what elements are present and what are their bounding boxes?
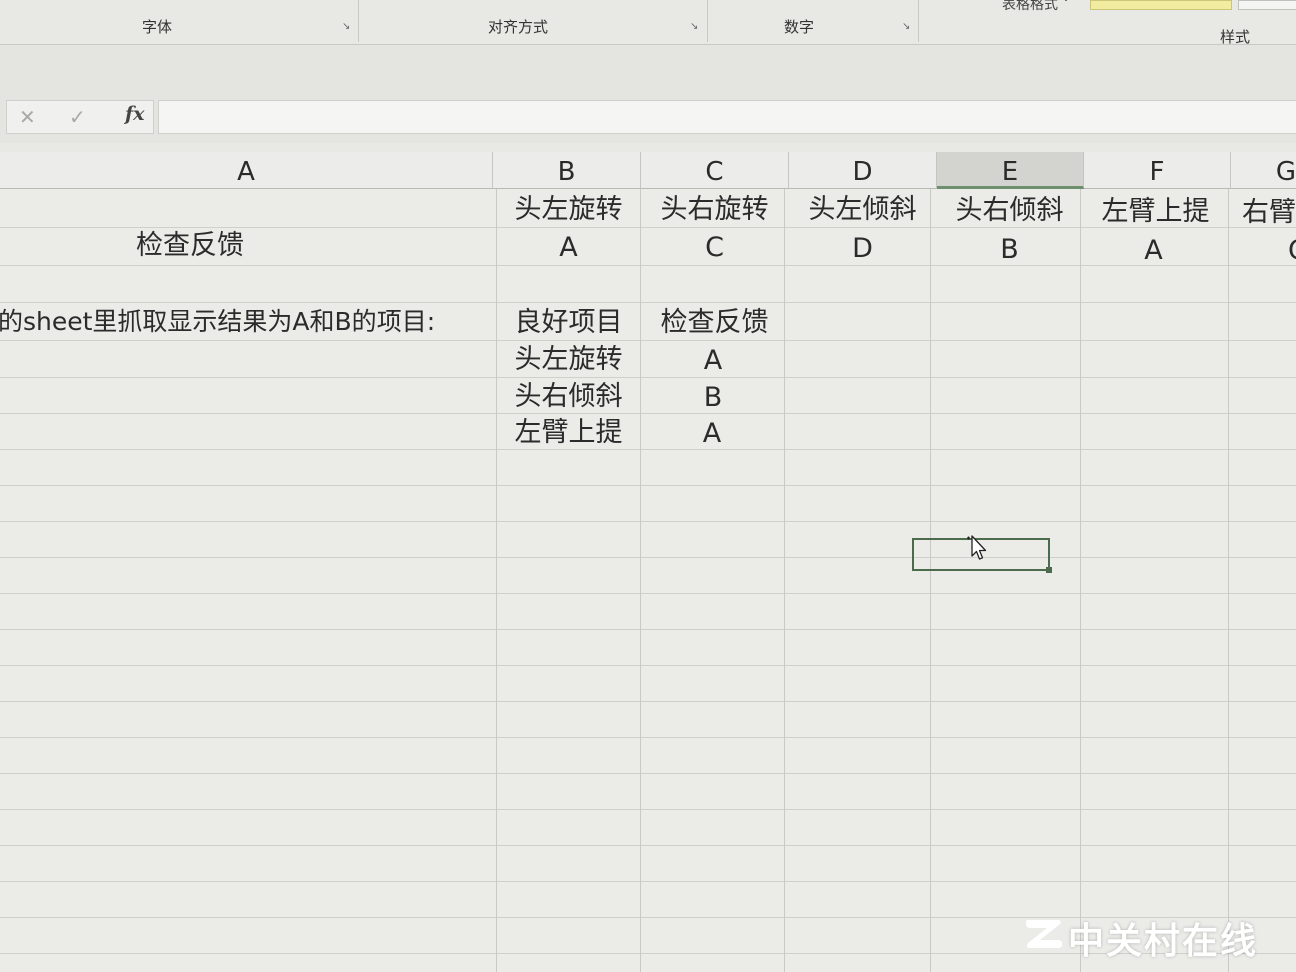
result-item[interactable]: 头右倾斜 <box>497 379 640 415</box>
ribbon-group-styles-label: 样式 <box>1220 28 1251 46</box>
column-line <box>1080 189 1081 972</box>
column-line <box>1228 189 1229 972</box>
ribbon-separator <box>918 0 919 42</box>
column-header-g[interactable]: G <box>1231 152 1296 189</box>
row-line <box>0 557 1296 558</box>
column-line <box>640 189 641 972</box>
cell-f2[interactable]: A <box>1082 233 1225 269</box>
row-line <box>0 737 1296 738</box>
cell-d2[interactable]: D <box>791 231 934 267</box>
row-line <box>0 809 1296 810</box>
row-line <box>0 701 1296 702</box>
cell-f1[interactable]: 左臂上提 <box>1084 194 1227 230</box>
row-line <box>0 629 1296 630</box>
enter-icon[interactable]: ✓ <box>69 105 86 129</box>
result-feedback[interactable]: B <box>643 380 783 416</box>
result-item[interactable]: 头左旋转 <box>497 342 640 378</box>
dialog-launcher-icon[interactable]: ↘ <box>342 22 352 32</box>
row-line <box>0 302 1296 303</box>
cell-d1[interactable]: 头左倾斜 <box>791 192 934 228</box>
cell-b2[interactable]: A <box>497 230 640 266</box>
ribbon-group-alignment-label: 对齐方式 <box>488 18 549 36</box>
column-line <box>930 189 931 972</box>
dialog-launcher-icon[interactable]: ↘ <box>902 22 912 32</box>
ribbon-group-font-label: 字体 <box>142 18 173 36</box>
dialog-launcher-icon[interactable]: ↘ <box>690 22 700 32</box>
result-item[interactable]: 左臂上提 <box>497 415 640 451</box>
spreadsheet-screen: 字体 ↘ 对齐方式 ↘ 数字 ↘ 表格格式 ˅ 样式 ✕ ✓ fx A B C … <box>0 0 1296 972</box>
row-line <box>0 593 1296 594</box>
fill-handle[interactable] <box>1046 567 1052 573</box>
column-header-a[interactable]: A <box>0 152 493 189</box>
ribbon-separator <box>707 0 708 42</box>
formula-input[interactable] <box>158 100 1296 134</box>
watermark-text: 中关村在线 <box>1068 921 1259 962</box>
table-format-button[interactable]: 表格格式 ˅ <box>1002 0 1069 14</box>
cell-b4[interactable]: 良好项目 <box>497 305 640 341</box>
ribbon: 字体 ↘ 对齐方式 ↘ 数字 ↘ 表格格式 ˅ 样式 <box>0 0 1296 46</box>
cell-a4-instruction[interactable]: 的sheet里抓取显示结果为A和B的项目: <box>0 304 435 340</box>
cell-g1[interactable]: 右臂 <box>1242 195 1296 231</box>
formula-buttons: ✕ ✓ fx <box>6 100 154 134</box>
ribbon-separator <box>358 0 359 42</box>
zol-logo-icon <box>1026 920 1062 948</box>
row-line <box>0 665 1296 666</box>
cell-c2[interactable]: C <box>643 230 786 266</box>
cell-e2[interactable]: B <box>938 232 1081 268</box>
cell-e1[interactable]: 头右倾斜 <box>938 193 1081 229</box>
column-header-d[interactable]: D <box>789 152 937 189</box>
column-header-b[interactable]: B <box>493 152 641 189</box>
ribbon-group-number-label: 数字 <box>784 18 815 36</box>
row-line <box>0 773 1296 774</box>
cancel-icon[interactable]: ✕ <box>19 105 36 129</box>
row-line <box>0 485 1296 486</box>
column-header-c[interactable]: C <box>641 152 789 189</box>
row-line <box>0 845 1296 846</box>
mouse-cursor-icon <box>967 535 987 560</box>
cell-b1[interactable]: 头左旋转 <box>497 192 640 228</box>
result-feedback[interactable]: A <box>643 343 783 379</box>
row-line <box>0 881 1296 882</box>
result-feedback[interactable]: A <box>643 416 781 452</box>
cell-style-swatch-neutral[interactable] <box>1090 0 1232 10</box>
column-header-e[interactable]: E <box>937 152 1084 189</box>
fx-icon[interactable]: fx <box>125 103 145 125</box>
cell-a2[interactable]: 检查反馈 <box>0 228 380 264</box>
column-header-f[interactable]: F <box>1084 152 1231 189</box>
cell-g2[interactable]: C <box>1288 233 1296 269</box>
cell-c4[interactable]: 检查反馈 <box>643 305 786 341</box>
cell-c1[interactable]: 头右旋转 <box>643 192 786 228</box>
cell-style-swatch-normal[interactable] <box>1238 0 1296 10</box>
row-line <box>0 521 1296 522</box>
